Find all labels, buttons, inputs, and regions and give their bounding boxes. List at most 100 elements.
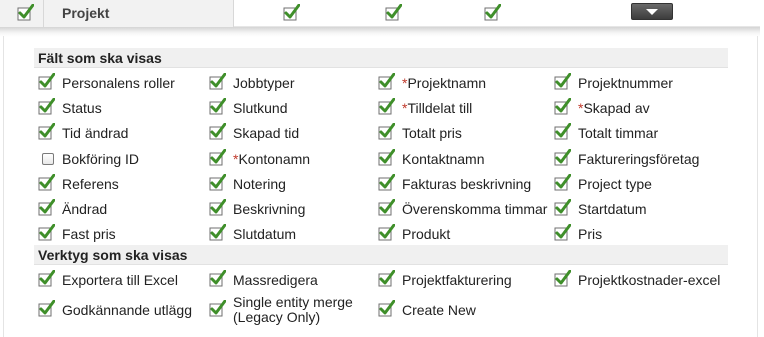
label-text: Ändrad — [62, 201, 108, 217]
module-label: Projekt — [62, 5, 110, 21]
top-row: Projekt — [0, 0, 760, 27]
checked-checkbox-icon[interactable] — [378, 270, 395, 287]
field-option-label: Personalens roller — [62, 75, 175, 91]
checked-checkbox-icon[interactable] — [38, 98, 55, 115]
label-text: Kontonamn — [238, 151, 311, 167]
label-text: Totalt pris — [402, 125, 462, 141]
checked-checkbox-icon[interactable] — [38, 300, 55, 317]
label-text: Projektkostnader-excel — [578, 272, 721, 288]
label-text: Exportera till Excel — [62, 272, 178, 288]
label-text: Bokföring ID — [62, 151, 140, 167]
checked-checkbox-icon[interactable] — [209, 300, 226, 317]
checked-checkbox-icon[interactable] — [554, 123, 571, 140]
label-text: Produkt — [402, 226, 451, 242]
checked-checkbox-icon[interactable] — [378, 149, 395, 166]
checkbox-box — [42, 153, 54, 165]
unchecked-checkbox-icon[interactable] — [38, 149, 55, 166]
checked-checkbox-icon[interactable] — [484, 4, 501, 21]
fields-section-header: Fält som ska visas — [34, 48, 728, 68]
tool-option-label: Exportera till Excel — [62, 272, 178, 288]
field-option-label: Projektnummer — [578, 75, 673, 91]
field-option-label: Project type — [578, 176, 652, 192]
field-option-label: Skapad tid — [233, 125, 299, 141]
field-option-label: Status — [62, 100, 102, 116]
checked-checkbox-icon[interactable] — [378, 224, 395, 241]
checked-checkbox-icon[interactable] — [385, 4, 402, 21]
label-text: Tilldelat till — [407, 100, 473, 116]
label-text: Kontaktnamn — [402, 151, 485, 167]
panel-border — [3, 36, 4, 337]
label-text: Create New — [402, 302, 476, 318]
top-label-cell: Projekt — [44, 0, 234, 27]
label-text: Slutkund — [233, 100, 288, 116]
checked-checkbox-icon[interactable] — [38, 123, 55, 140]
collapse-toggle-button[interactable] — [631, 3, 673, 20]
checked-checkbox-icon[interactable] — [38, 73, 55, 90]
tool-option-label: Projektkostnader-excel — [578, 272, 720, 288]
checked-checkbox-icon[interactable] — [554, 98, 571, 115]
checked-checkbox-icon[interactable] — [378, 199, 395, 216]
divider — [0, 27, 760, 37]
checked-checkbox-icon[interactable] — [378, 73, 395, 90]
label-text: Startdatum — [578, 201, 647, 217]
label-text: Project type — [578, 176, 652, 192]
checked-checkbox-icon[interactable] — [38, 224, 55, 241]
field-option-label: Ändrad — [62, 201, 107, 217]
label-text: Projektnummer — [578, 75, 673, 91]
checked-checkbox-icon[interactable] — [209, 98, 226, 115]
label-text: Massredigera — [233, 272, 318, 288]
label-text: Faktureringsföretag — [578, 151, 700, 167]
field-option-label: *Tilldelat till — [402, 100, 472, 116]
checked-checkbox-icon[interactable] — [378, 98, 395, 115]
label-text: Totalt timmar — [578, 125, 659, 141]
checked-checkbox-icon[interactable] — [554, 224, 571, 241]
tool-option-label: Massredigera — [233, 272, 318, 288]
field-option-label: Tid ändrad — [62, 125, 128, 141]
checked-checkbox-icon[interactable] — [209, 123, 226, 140]
label-text: Referens — [62, 176, 119, 192]
checked-checkbox-icon[interactable] — [38, 174, 55, 191]
checked-checkbox-icon[interactable] — [554, 174, 571, 191]
checked-checkbox-icon[interactable] — [378, 174, 395, 191]
checked-checkbox-icon[interactable] — [209, 174, 226, 191]
checked-checkbox-icon[interactable] — [38, 270, 55, 287]
checked-checkbox-icon[interactable] — [209, 149, 226, 166]
label-text: Fakturas beskrivning — [402, 176, 532, 192]
tools-section-header: Verktyg som ska visas — [34, 245, 728, 265]
label-text: Beskrivning — [233, 201, 306, 217]
label-text: Notering — [233, 176, 286, 192]
field-option-label: Slutdatum — [233, 226, 296, 242]
top-checkbox-cell — [0, 0, 44, 27]
checked-checkbox-icon[interactable] — [209, 199, 226, 216]
checked-checkbox-icon[interactable] — [283, 4, 300, 21]
label-text: Pris — [578, 226, 603, 242]
checked-checkbox-icon[interactable] — [554, 149, 571, 166]
field-option-label: Totalt timmar — [578, 125, 658, 141]
label-text: Skapad tid — [233, 125, 300, 141]
checked-checkbox-icon[interactable] — [209, 224, 226, 241]
checked-checkbox-icon[interactable] — [209, 270, 226, 287]
field-option-label: *Kontonamn — [233, 151, 310, 167]
chevron-down-icon — [646, 9, 658, 15]
label-text: Single entity merge (Legacy Only) — [233, 294, 353, 325]
checked-checkbox-icon[interactable] — [17, 4, 34, 21]
field-option-label: Pris — [578, 226, 602, 242]
field-option-label: Produkt — [402, 226, 450, 242]
label-text: Godkännande utlägg — [62, 302, 192, 318]
checked-checkbox-icon[interactable] — [38, 199, 55, 216]
field-option-label: Referens — [62, 176, 119, 192]
checked-checkbox-icon[interactable] — [378, 123, 395, 140]
checked-checkbox-icon[interactable] — [554, 199, 571, 216]
checked-checkbox-icon[interactable] — [554, 270, 571, 287]
checked-checkbox-icon[interactable] — [378, 300, 395, 317]
field-option-label: *Skapad av — [578, 100, 650, 116]
field-option-label: Notering — [233, 176, 286, 192]
label-text: Slutdatum — [233, 226, 297, 242]
field-option-label: Bokföring ID — [62, 151, 139, 167]
label-text: Skapad av — [583, 100, 650, 116]
tool-option-label: Projektfakturering — [402, 272, 512, 288]
checked-checkbox-icon[interactable] — [554, 73, 571, 90]
field-option-label: Beskrivning — [233, 201, 305, 217]
field-option-label: Fakturas beskrivning — [402, 176, 531, 192]
checked-checkbox-icon[interactable] — [209, 73, 226, 90]
